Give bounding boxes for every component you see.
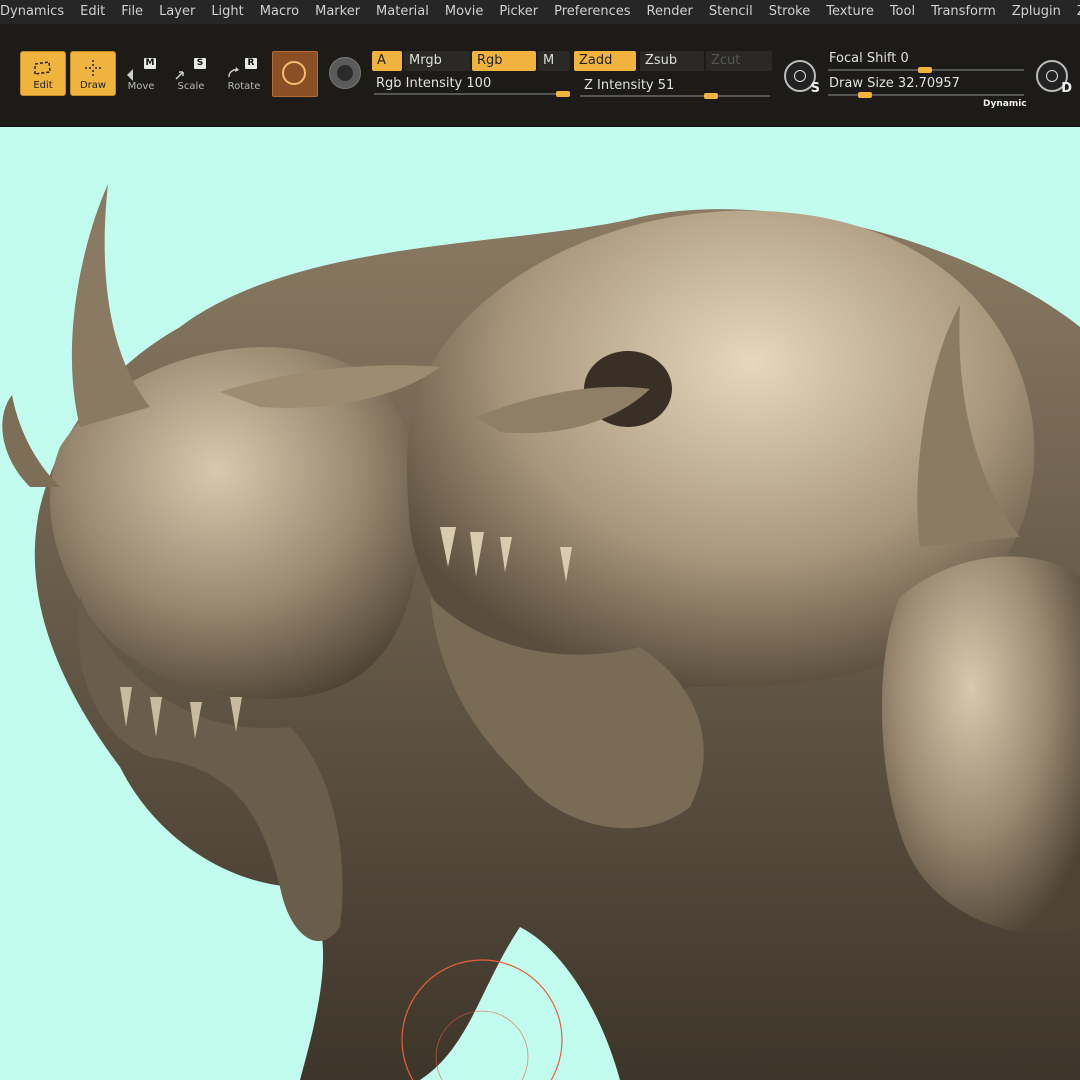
focal-shift-knob[interactable] — [918, 67, 932, 73]
rgb-intensity-value: 100 — [466, 76, 492, 91]
z-intensity-track[interactable] — [580, 95, 770, 97]
menu-item-marker[interactable]: Marker — [307, 0, 368, 24]
s-letter: S — [810, 81, 820, 96]
dynamic-toggle[interactable]: Dynamic — [983, 99, 1027, 109]
menu-item-transform[interactable]: Transform — [923, 0, 1004, 24]
lazy-mouse-s-button[interactable]: S — [784, 60, 820, 96]
move-button[interactable]: M Move — [118, 51, 164, 96]
edit-label: Edit — [33, 80, 53, 91]
texture-button[interactable] — [329, 57, 361, 89]
scale-button[interactable]: S Scale — [168, 51, 214, 96]
menu-item-zplugin[interactable]: Zplugin — [1004, 0, 1069, 24]
edit-icon — [34, 61, 51, 75]
menu-item-layer[interactable]: Layer — [151, 0, 203, 24]
menu-item-movie[interactable]: Movie — [437, 0, 491, 24]
rgb-intensity-label: Rgb Intensity — [376, 76, 463, 91]
mrgb-toggle[interactable]: Mrgb — [404, 51, 470, 71]
rgb-toggle[interactable]: Rgb — [472, 51, 536, 71]
brush-s-icon — [794, 70, 806, 82]
draw-label: Draw — [79, 80, 107, 91]
brush-d-icon — [1046, 70, 1058, 82]
draw-size-value: 32.70957 — [897, 76, 960, 91]
a-toggle[interactable]: A — [372, 51, 402, 71]
move-key: M — [144, 58, 156, 69]
draw-crosshair-icon — [85, 60, 101, 76]
z-intensity-value: 51 — [657, 78, 675, 93]
rotate-label: Rotate — [227, 81, 261, 92]
edit-button[interactable]: Edit — [20, 51, 66, 96]
zcut-toggle[interactable]: Zcut — [706, 51, 772, 71]
menu-item-texture[interactable]: Texture — [818, 0, 882, 24]
focal-shift-slider[interactable]: Focal Shift 0 — [829, 51, 909, 66]
rgb-intensity-track[interactable] — [374, 93, 570, 95]
menu-item-tool[interactable]: Tool — [882, 0, 923, 24]
draw-size-slider[interactable]: Draw Size 32.70957 — [829, 76, 960, 91]
rgb-intensity-knob[interactable] — [556, 91, 570, 97]
focal-shift-value: 0 — [900, 51, 909, 66]
menu-item-render[interactable]: Render — [639, 0, 701, 24]
top-toolbar: Edit Draw M Move S Scale R Rotate A Mrgb… — [0, 24, 1080, 127]
menu-item-dynamics[interactable]: Dynamics — [0, 0, 72, 24]
rotate-button[interactable]: R Rotate — [221, 51, 267, 96]
d-letter: D — [1061, 81, 1072, 96]
creature-sculpt — [2, 184, 1080, 1080]
menu-bar: Dynamics Edit File Layer Light Macro Marker Mat… — [0, 0, 1080, 24]
move-label: Move — [127, 81, 155, 92]
material-button[interactable] — [272, 51, 318, 97]
draw-size-knob[interactable] — [858, 92, 872, 98]
z-intensity-knob[interactable] — [704, 93, 718, 99]
scale-label: Scale — [177, 81, 205, 92]
sculpt-viewport[interactable] — [0, 127, 1080, 1080]
zsub-toggle[interactable]: Zsub — [640, 51, 704, 71]
menu-item-file[interactable]: File — [113, 0, 151, 24]
rgb-intensity-slider[interactable]: Rgb Intensity 100 — [376, 76, 491, 91]
zadd-toggle[interactable]: Zadd — [574, 51, 636, 71]
material-sphere-icon — [282, 61, 306, 85]
menu-item-stroke[interactable]: Stroke — [761, 0, 818, 24]
menu-item-macro[interactable]: Macro — [252, 0, 307, 24]
texture-icon — [337, 65, 353, 81]
menu-item-material[interactable]: Material — [368, 0, 437, 24]
menu-item-edit[interactable]: Edit — [72, 0, 113, 24]
draw-size-label: Draw Size — [829, 76, 894, 91]
scale-key: S — [194, 58, 206, 69]
menu-item-preferences[interactable]: Preferences — [546, 0, 638, 24]
z-intensity-label: Z Intensity — [584, 78, 654, 93]
menu-item-stencil[interactable]: Stencil — [701, 0, 761, 24]
menu-item-zscript[interactable]: Zscript — [1069, 0, 1080, 24]
menu-item-picker[interactable]: Picker — [491, 0, 546, 24]
focal-shift-label: Focal Shift — [829, 51, 897, 66]
menu-item-light[interactable]: Light — [203, 0, 251, 24]
lazy-mouse-d-button[interactable]: D — [1036, 60, 1072, 96]
draw-button[interactable]: Draw — [70, 51, 116, 96]
m-toggle[interactable]: M — [538, 51, 570, 71]
z-intensity-slider[interactable]: Z Intensity 51 — [584, 78, 674, 93]
